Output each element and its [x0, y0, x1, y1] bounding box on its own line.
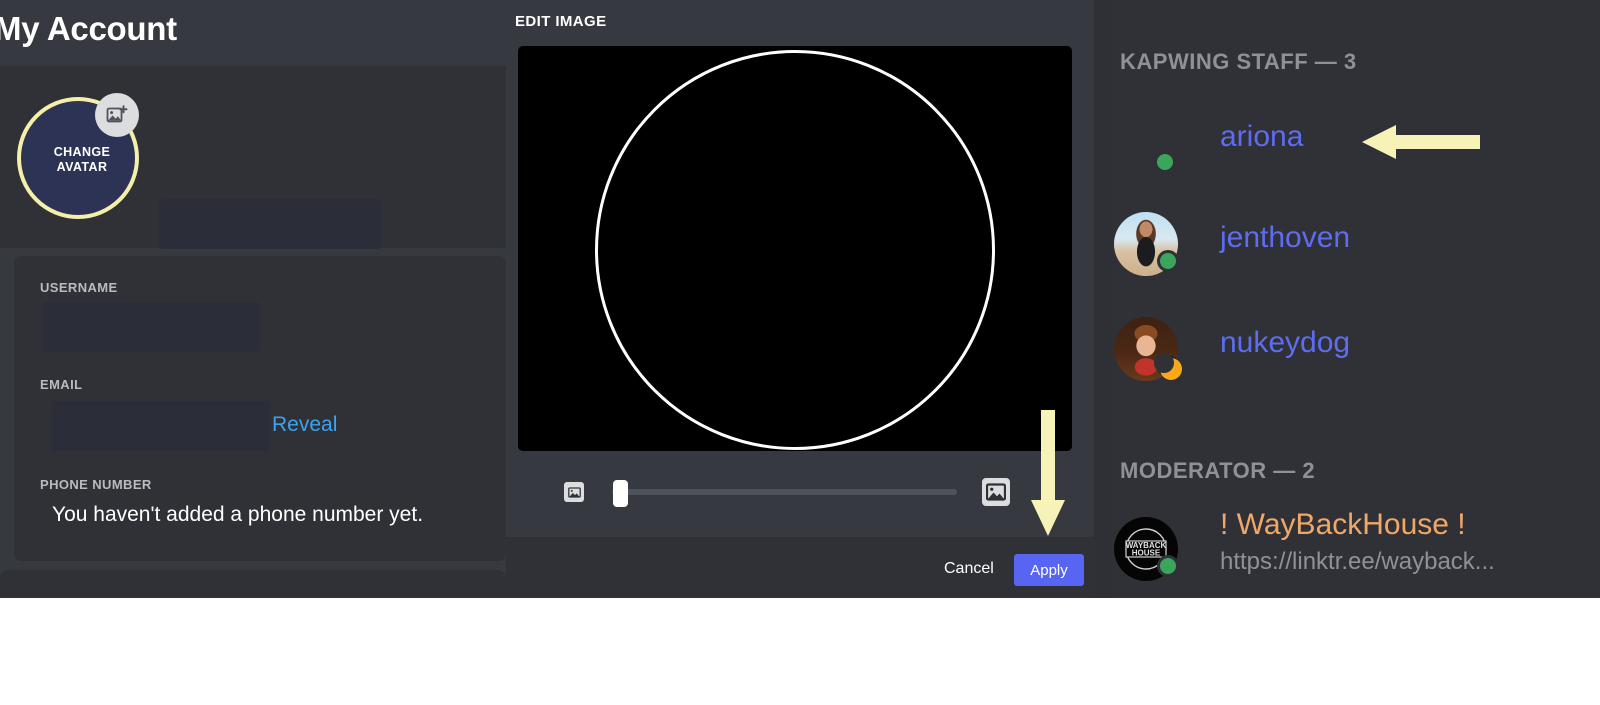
email-label: EMAIL [40, 377, 82, 392]
member-list-sidebar: KAPWING STAFF — 3 ariona jenthoven nukey… [1110, 0, 1600, 598]
add-image-icon[interactable] [95, 93, 139, 137]
settings-next-card [0, 570, 506, 598]
member-group-header-moderator: MODERATOR — 2 [1120, 458, 1315, 484]
status-indicator-online [1157, 555, 1179, 577]
member-name: nukeydog [1220, 326, 1350, 360]
annotation-arrow-down [1028, 408, 1068, 541]
image-small-icon [564, 482, 584, 502]
status-indicator-online [1157, 250, 1179, 272]
zoom-slider-thumb[interactable] [613, 480, 628, 507]
apply-button[interactable]: Apply [1014, 554, 1084, 586]
member-group-header-kapwing-staff: KAPWING STAFF — 3 [1120, 49, 1357, 75]
member-name: jenthoven [1220, 221, 1350, 255]
edit-image-footer [506, 537, 1094, 598]
edit-image-title: EDIT IMAGE [515, 13, 607, 30]
username-value-redacted [42, 302, 260, 352]
status-indicator-online [1154, 151, 1176, 173]
cancel-button[interactable]: Cancel [944, 560, 994, 578]
display-name-redacted [159, 199, 381, 249]
my-account-settings-panel: My Account CHANGE AVATAR U [0, 0, 506, 598]
edit-image-modal: EDIT IMAGE [506, 0, 1094, 598]
username-label: USERNAME [40, 280, 118, 295]
change-avatar-button[interactable]: CHANGE AVATAR [17, 97, 139, 219]
moon-icon [1160, 358, 1182, 380]
member-list-item-jenthoven[interactable]: jenthoven [1110, 206, 1600, 278]
account-fields-card: USERNAME EMAIL Reveal PHONE NUMBER You h… [14, 256, 506, 561]
member-list-item-ariona[interactable]: ariona [1110, 112, 1600, 184]
email-value-redacted [52, 401, 270, 451]
svg-text:HOUSE: HOUSE [1132, 549, 1161, 558]
page-title: My Account [0, 10, 177, 48]
change-avatar-label: CHANGE AVATAR [21, 145, 139, 175]
discord-settings-screen: My Account CHANGE AVATAR U [0, 0, 1600, 598]
image-crop-area[interactable] [518, 46, 1072, 451]
zoom-slider-track[interactable] [612, 489, 957, 495]
annotation-arrow-left [1362, 122, 1480, 167]
settings-scrollbar[interactable] [1094, 0, 1110, 598]
member-list-item-waybackhouse[interactable]: WAYBACK HOUSE ! WayBackHouse ! https://l… [1110, 511, 1600, 583]
image-large-icon [982, 478, 1010, 506]
status-indicator-idle [1157, 355, 1179, 377]
member-list-item-nukeydog[interactable]: nukeydog [1110, 311, 1600, 383]
crop-circle-overlay[interactable] [595, 50, 995, 450]
reveal-email-link[interactable]: Reveal [272, 413, 337, 437]
change-avatar-line2: AVATAR [57, 160, 108, 174]
settings-header: My Account [0, 0, 506, 66]
page-background [0, 598, 1600, 705]
member-name: ariona [1220, 120, 1303, 154]
phone-number-empty-text: You haven't added a phone number yet. [52, 503, 423, 527]
change-avatar-line1: CHANGE [54, 145, 111, 159]
member-custom-status: https://linktr.ee/wayback... [1220, 548, 1495, 576]
member-name: ! WayBackHouse ! [1220, 508, 1466, 542]
phone-number-label: PHONE NUMBER [40, 477, 152, 492]
